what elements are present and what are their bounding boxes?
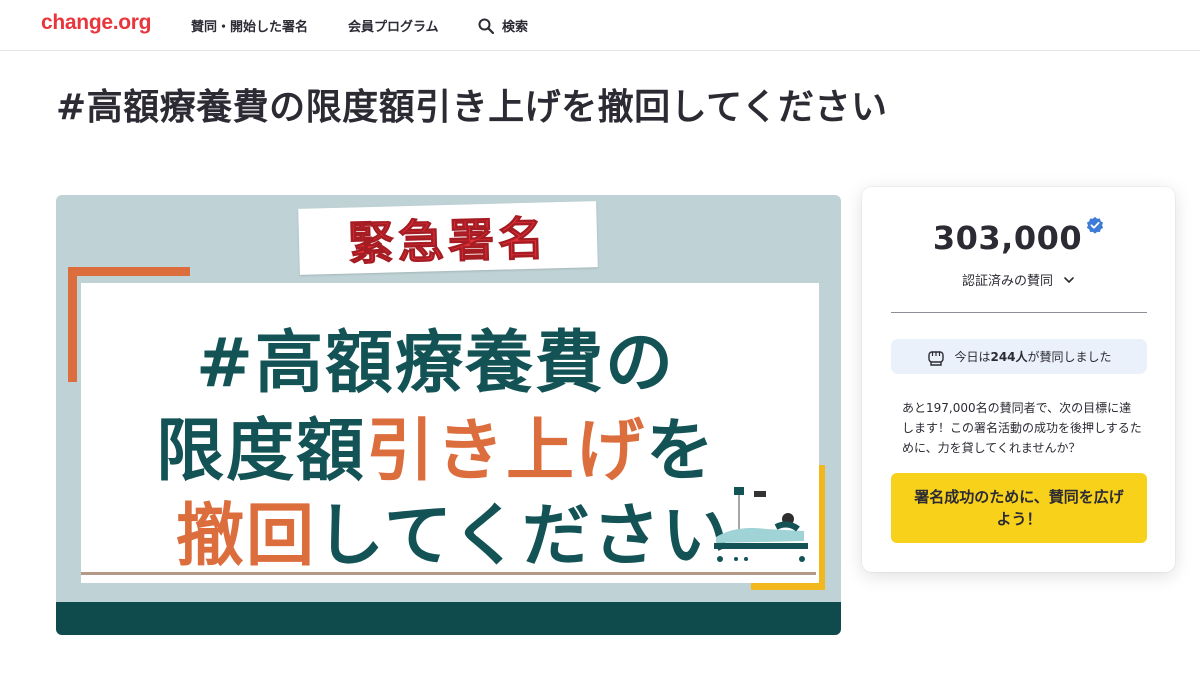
nav-search[interactable]: 検索 (478, 16, 528, 35)
signature-count: 303,000 (932, 219, 1083, 257)
today-supporters-text: 今日は244人が賛同しました (954, 348, 1111, 365)
signature-count-row: 303,000 (862, 216, 1175, 257)
hero-line3-highlight: 撤回 (176, 497, 317, 576)
chevron-down-icon (1064, 276, 1074, 283)
signature-divider (891, 312, 1147, 313)
today-prefix: 今日は (954, 350, 991, 364)
hero-line3-rest: してください (316, 497, 732, 576)
nav-membership-program[interactable]: 会員プログラム (348, 16, 439, 35)
signature-box: 303,000 認証済みの賛同 今日は244人が賛同しました あと197,000… (862, 187, 1175, 572)
hero-bottom-band (56, 602, 841, 635)
petition-hero-image: 緊急署名 #高額療養費の 限度額引き上げを 撤回してください (56, 195, 841, 635)
orange-frame-top (68, 267, 190, 276)
nav-search-label: 検索 (502, 20, 529, 35)
goal-info-text: あと197,000名の賛同者で、次の目標に達します！この署名活動の成功を後押しす… (902, 401, 1142, 455)
hero-headline-line1: #高額療養費の (196, 324, 675, 403)
verified-supporters-toggle[interactable]: 認証済みの賛同 (862, 270, 1175, 289)
hero-headline-line3: 撤回してください (176, 480, 732, 579)
verified-badge-icon (1087, 216, 1104, 234)
urgent-banner-text: 緊急署名 (347, 211, 549, 271)
today-count: 244人 (990, 350, 1028, 364)
petition-title: #高額療養費の限度額引き上げを撤回してください (56, 87, 888, 128)
orange-frame-left (68, 267, 77, 382)
search-icon (478, 18, 494, 34)
raised-fist-icon (928, 350, 945, 366)
nav-supported-petitions[interactable]: 賛同・開始した署名 (191, 16, 308, 35)
change-org-logo[interactable]: change.org (41, 11, 151, 35)
top-navigation-bar: change.org 賛同・開始した署名 会員プログラム 検索 (0, 0, 1200, 51)
urgent-banner: 緊急署名 (298, 201, 598, 275)
today-suffix: が賛同しました (1027, 350, 1112, 364)
share-petition-button[interactable]: 署名成功のために、賛同を広げよう！ (891, 473, 1147, 543)
hospital-bed-icon (714, 487, 808, 562)
verified-supporters-label: 認証済みの賛同 (961, 274, 1053, 289)
today-supporters-pill: 今日は244人が賛同しました (891, 339, 1147, 374)
